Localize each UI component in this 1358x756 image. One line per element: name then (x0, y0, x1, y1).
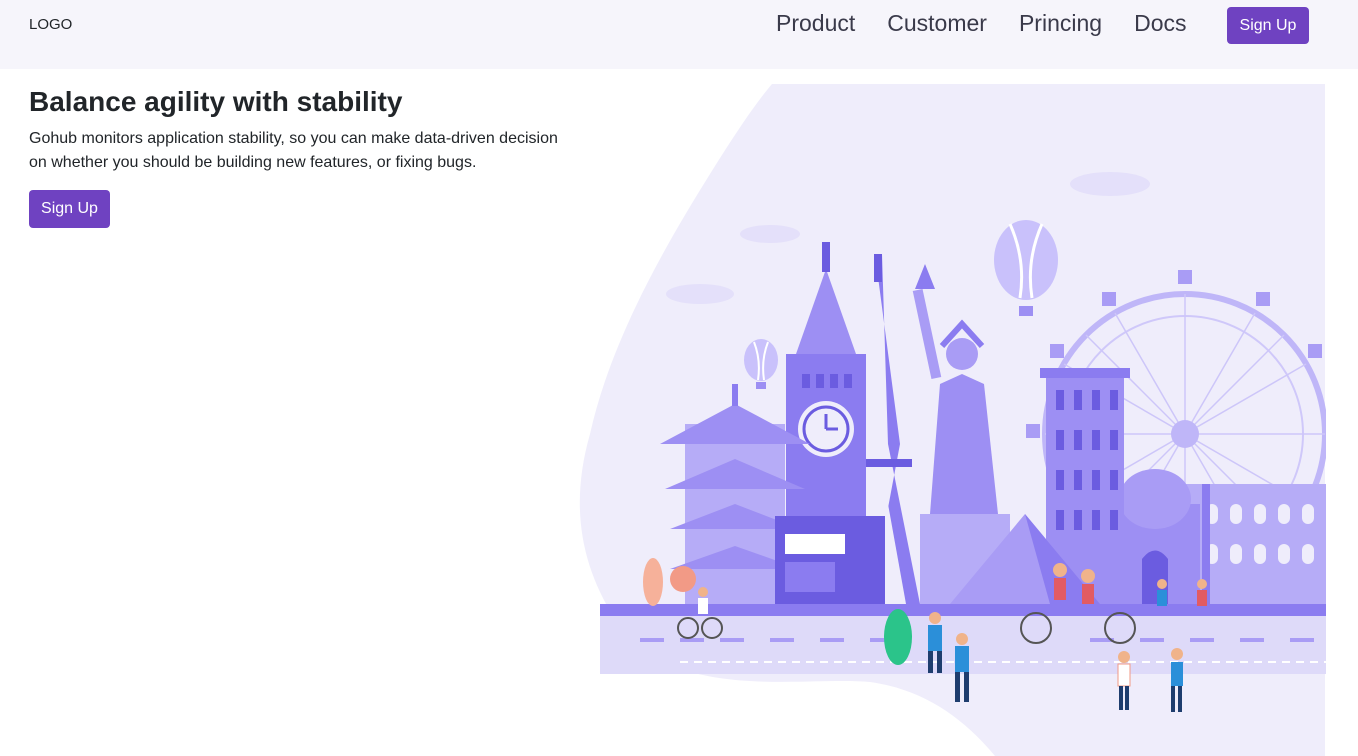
navbar-signup-button[interactable]: Sign Up (1227, 7, 1309, 44)
logo[interactable]: LOGO (29, 16, 72, 33)
nav-link-customer[interactable]: Customer (887, 9, 987, 37)
nav-links: Product Customer Princing Docs (776, 9, 1218, 37)
hero-description: Gohub monitors application stability, so… (29, 130, 558, 171)
hero-title: Balance agility with stability (29, 86, 403, 117)
nav-link-princing[interactable]: Princing (1019, 9, 1102, 37)
navbar: LOGO Product Customer Princing Docs Sign… (0, 0, 1358, 69)
nav-link-product[interactable]: Product (776, 9, 855, 37)
street (600, 604, 1326, 616)
kiosk-icon (775, 516, 885, 606)
hero-signup-button[interactable]: Sign Up (29, 190, 110, 228)
city-landmarks-illustration (579, 84, 1326, 756)
nav-link-docs[interactable]: Docs (1134, 9, 1186, 37)
